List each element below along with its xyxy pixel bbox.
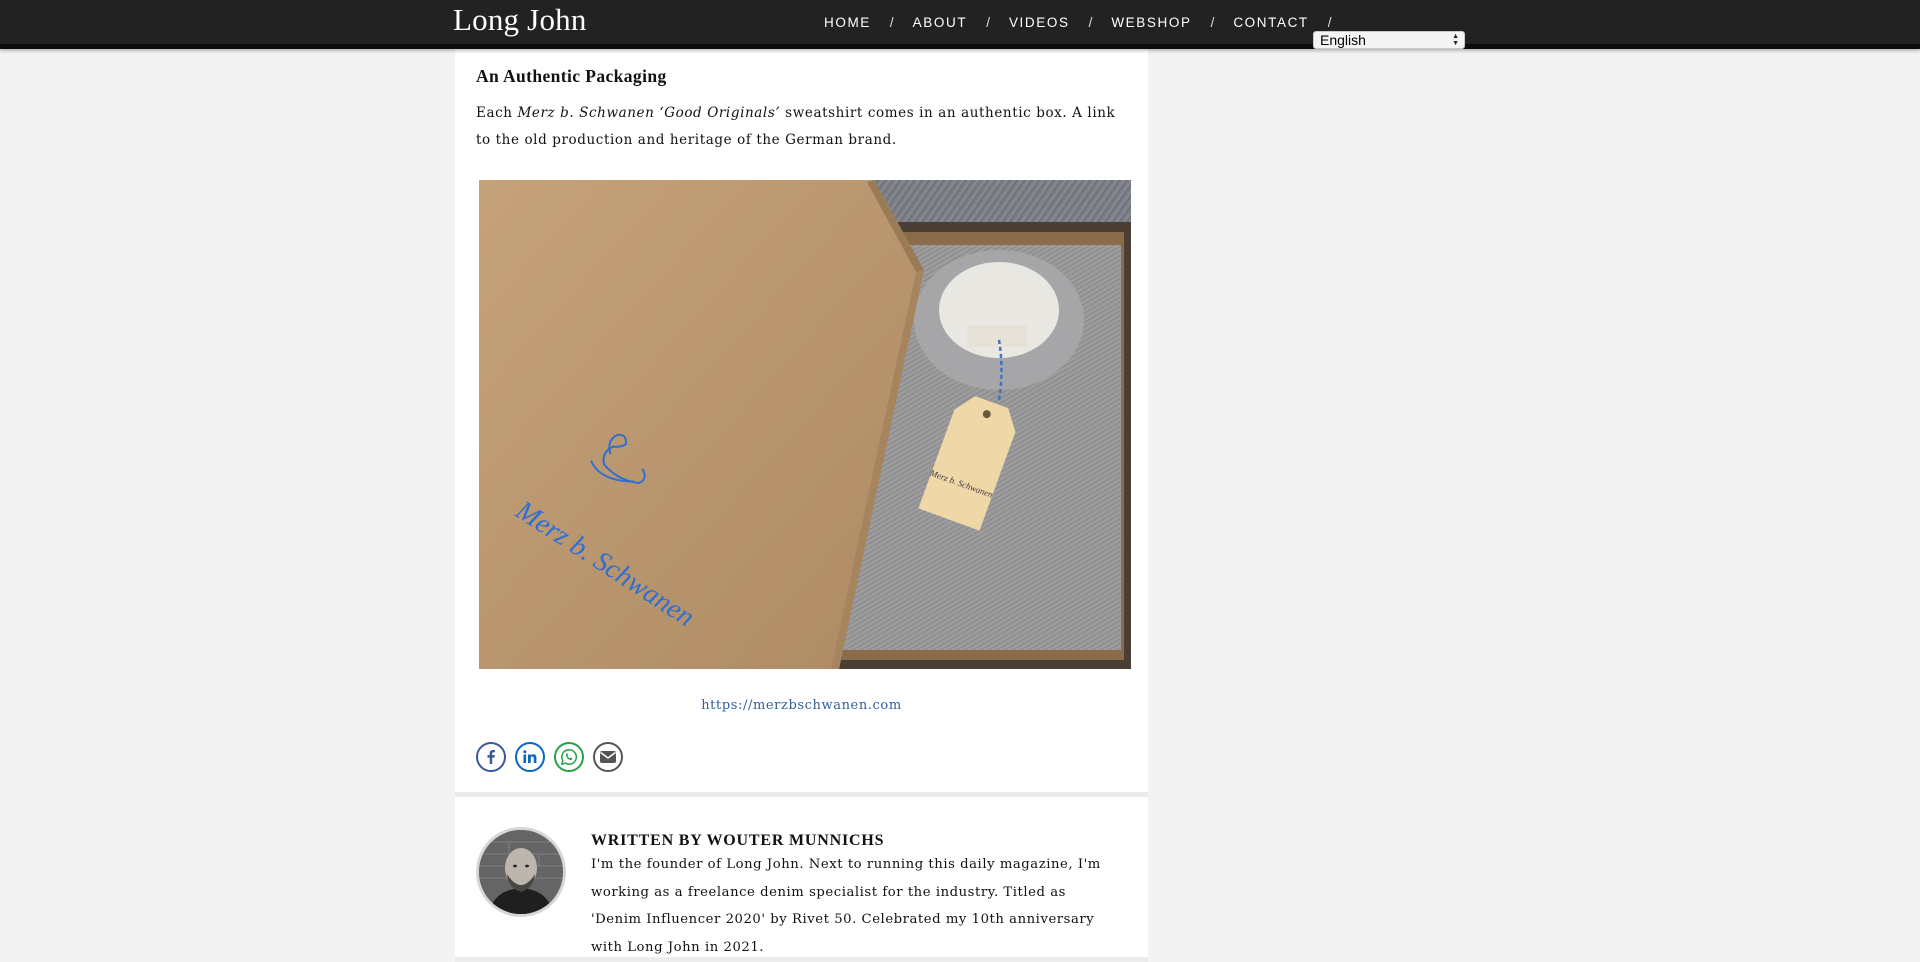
author-avatar[interactable] [476, 827, 566, 917]
nav-separator: / [1210, 14, 1215, 30]
share-whatsapp-button[interactable] [554, 742, 584, 772]
select-arrows-icon: ▲ ▼ [1452, 33, 1459, 47]
site-logo[interactable]: Long John [453, 2, 587, 38]
top-navigation-bar: Long John HOME / ABOUT / VIDEOS / WEBSHO… [0, 0, 1920, 49]
main-nav: HOME / ABOUT / VIDEOS / WEBSHOP / CONTAC… [824, 0, 1351, 44]
author-bio: I'm the founder of Long John. Next to ru… [591, 857, 1101, 955]
nav-about[interactable]: ABOUT [913, 15, 968, 30]
nav-separator: / [889, 14, 894, 30]
nav-separator: / [986, 14, 990, 30]
paragraph-text-start: Each [476, 105, 518, 121]
share-buttons [476, 742, 623, 772]
author-box: WRITTEN BY WOUTER MUNNICHS I'm the found… [455, 797, 1148, 957]
author-title: WRITTEN BY WOUTER MUNNICHS [591, 832, 885, 849]
language-select-value: English [1320, 32, 1366, 48]
author-portrait [479, 830, 563, 914]
article-photo[interactable]: Merz b. Schwanen Merz b. Schwanen [479, 180, 1131, 669]
whatsapp-icon [560, 749, 578, 766]
share-facebook-button[interactable] [476, 742, 506, 772]
article-paragraph: Each Merz b. Schwanen ‘Good Originals’ s… [476, 100, 1116, 154]
bottom-divider [455, 957, 1148, 962]
brand-emphasis: Merz b. Schwanen ‘Good Originals’ [517, 105, 781, 121]
nav-contact[interactable]: CONTACT [1233, 15, 1308, 30]
nav-home[interactable]: HOME [824, 15, 871, 30]
share-email-button[interactable] [593, 742, 623, 772]
language-select[interactable]: English ▲ ▼ [1313, 31, 1465, 49]
nav-separator: / [1088, 14, 1093, 30]
nav-webshop[interactable]: WEBSHOP [1111, 15, 1191, 30]
email-icon [600, 751, 616, 763]
section-heading: An Authentic Packaging [476, 66, 667, 86]
nav-videos[interactable]: VIDEOS [1009, 15, 1070, 30]
sweatshirt-box-photo: Merz b. Schwanen Merz b. Schwanen [479, 180, 1131, 669]
brand-website-link[interactable]: https://merzbschwanen.com [455, 698, 1148, 713]
linkedin-icon [523, 750, 537, 763]
share-linkedin-button[interactable] [515, 742, 545, 772]
article-card: An Authentic Packaging Each Merz b. Schw… [455, 44, 1148, 792]
facebook-icon [487, 750, 495, 764]
nav-separator: / [1327, 14, 1332, 30]
